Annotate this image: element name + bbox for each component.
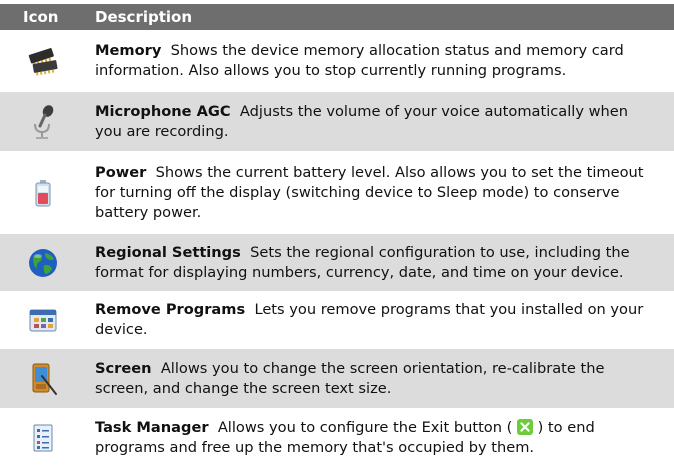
row-text-before: Allows you to configure the Exit button … xyxy=(217,419,513,436)
table-row-screen: Screen Allows you to change the screen o… xyxy=(0,349,674,408)
row-title: Regional Settings xyxy=(95,243,241,261)
row-title: Screen xyxy=(95,359,152,377)
row-description: Power Shows the current battery level. A… xyxy=(95,163,674,223)
description-column-header: Description xyxy=(95,8,193,26)
row-description: Microphone AGC Adjusts the volume of you… xyxy=(95,102,674,142)
row-text: Shows the device memory allocation statu… xyxy=(95,41,624,79)
icon-column-header: Icon xyxy=(23,8,59,26)
table-header: Icon Description xyxy=(0,4,674,30)
settings-icon-table: Icon Description Memory Shows the device… xyxy=(0,4,674,467)
row-text: Allows you to change the screen orientat… xyxy=(95,359,605,397)
table-row-power: Power Shows the current battery level. A… xyxy=(0,152,674,233)
memory-chips-icon xyxy=(0,46,95,76)
microphone-icon xyxy=(0,104,95,140)
task-manager-icon xyxy=(0,423,95,453)
screen-stylus-icon xyxy=(0,362,95,396)
row-title: Memory xyxy=(95,41,162,59)
row-description: Regional Settings Sets the regional conf… xyxy=(95,243,674,283)
table-row-remove-programs: Remove Programs Lets you remove programs… xyxy=(0,292,674,348)
row-title: Task Manager xyxy=(95,419,209,436)
row-description: Memory Shows the device memory allocatio… xyxy=(95,41,674,81)
row-description: Remove Programs Lets you remove programs… xyxy=(95,300,674,340)
battery-icon xyxy=(0,178,95,208)
globe-icon xyxy=(0,247,95,279)
table-row-microphone: Microphone AGC Adjusts the volume of you… xyxy=(0,92,674,151)
table-row-task-manager: Task Manager Allows you to configure the… xyxy=(0,409,674,467)
row-description: Task Manager Allows you to configure the… xyxy=(95,418,674,458)
row-title: Remove Programs xyxy=(95,301,246,318)
row-text: Shows the current battery level. Also al… xyxy=(95,163,644,221)
row-description: Screen Allows you to change the screen o… xyxy=(95,359,674,399)
row-title: Power xyxy=(95,163,147,181)
row-title: Microphone AGC xyxy=(95,102,231,120)
exit-button-icon xyxy=(516,419,533,435)
remove-programs-icon xyxy=(0,306,95,334)
table-row-memory: Memory Shows the device memory allocatio… xyxy=(0,30,674,91)
table-row-regional-settings: Regional Settings Sets the regional conf… xyxy=(0,234,674,291)
